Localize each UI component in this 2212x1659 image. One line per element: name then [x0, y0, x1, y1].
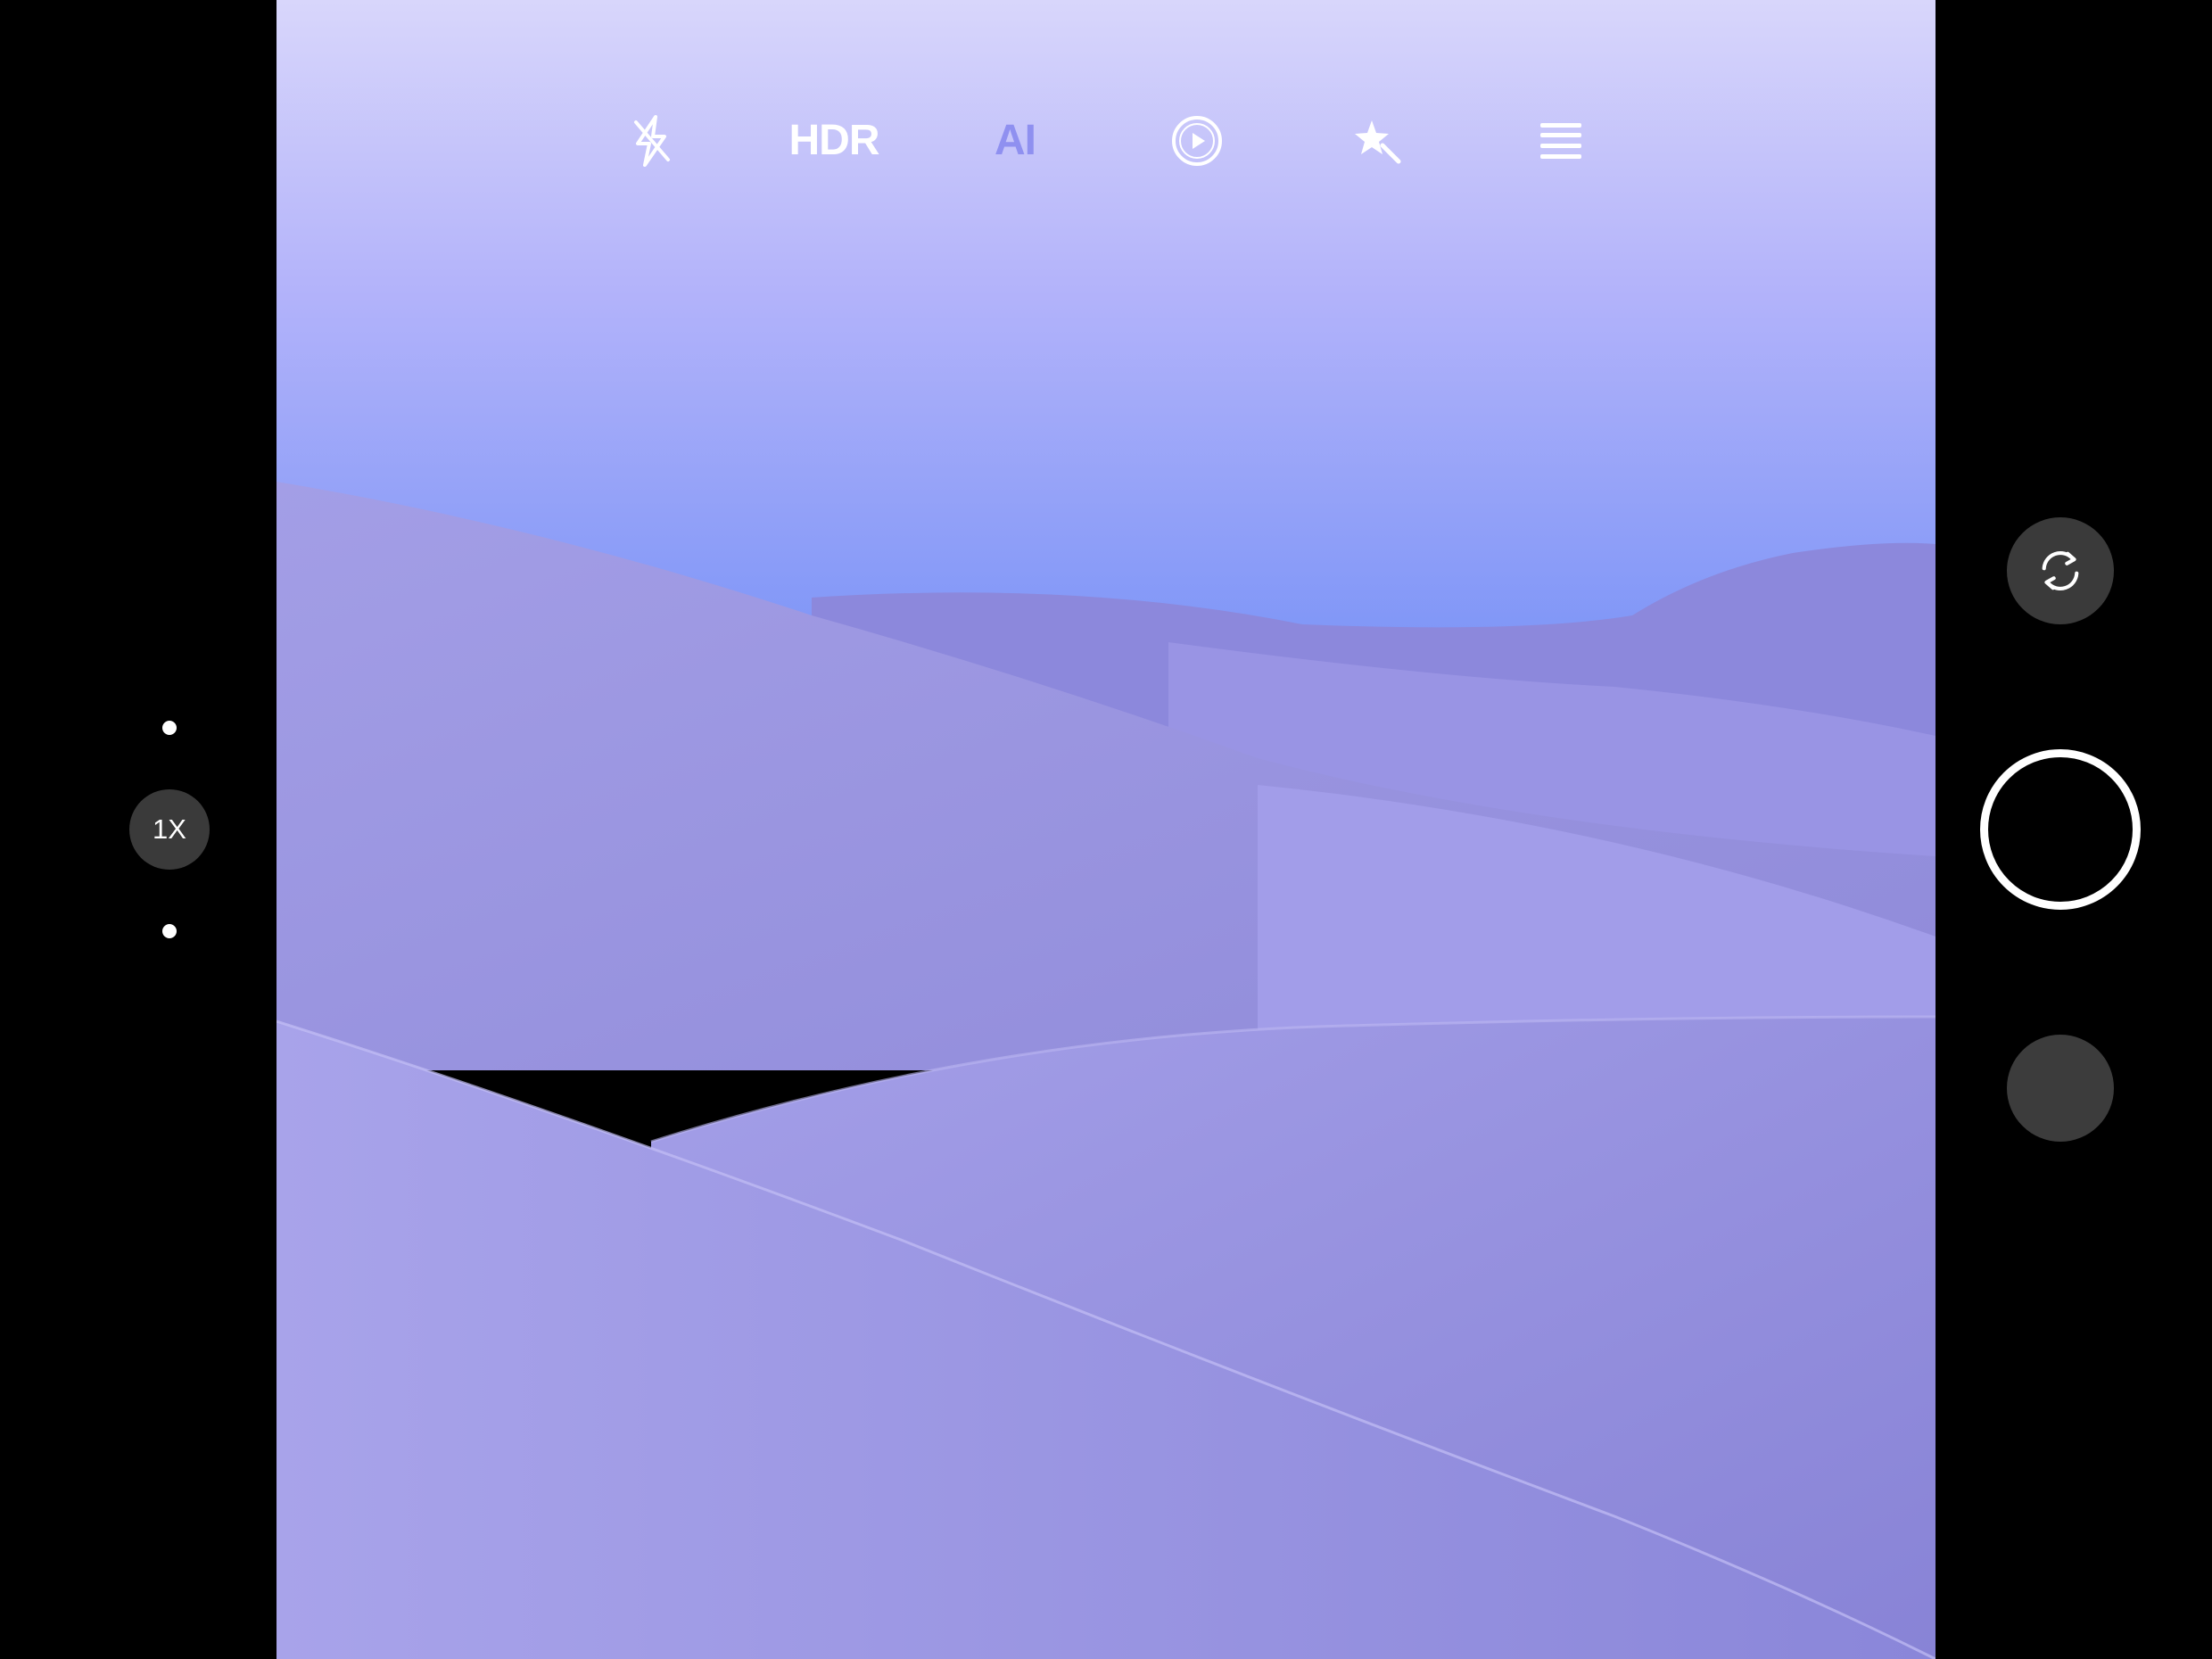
desert-dunes-scene [276, 0, 1936, 1659]
zoom-step-dot-upper[interactable] [162, 721, 177, 735]
flash-toggle-button[interactable] [602, 89, 700, 192]
switch-camera-button[interactable] [2007, 517, 2114, 624]
live-photo-button[interactable] [1148, 89, 1246, 192]
live-photo-icon [1172, 115, 1222, 166]
beauty-effects-button[interactable] [1329, 89, 1427, 192]
camera-top-toolbar: HDR AI [276, 89, 1936, 192]
ai-toggle-button[interactable]: AI [966, 89, 1064, 192]
ai-label: AI [995, 117, 1036, 164]
gallery-thumbnail-button[interactable] [2007, 1035, 2114, 1142]
zoom-level-label: 1X [153, 813, 186, 845]
zoom-step-dot-lower[interactable] [162, 924, 177, 938]
shutter-button[interactable] [1980, 749, 2141, 910]
settings-menu-button[interactable] [1512, 89, 1610, 192]
camera-viewfinder[interactable] [276, 0, 1936, 1659]
zoom-level-button[interactable]: 1X [129, 789, 210, 870]
hdr-toggle-button[interactable]: HDR [785, 89, 883, 192]
flash-off-icon [634, 114, 670, 167]
hamburger-menu-icon [1540, 122, 1581, 159]
hdr-label: HDR [788, 117, 880, 164]
magic-star-icon [1355, 120, 1401, 163]
camera-switch-icon [2042, 551, 2079, 590]
